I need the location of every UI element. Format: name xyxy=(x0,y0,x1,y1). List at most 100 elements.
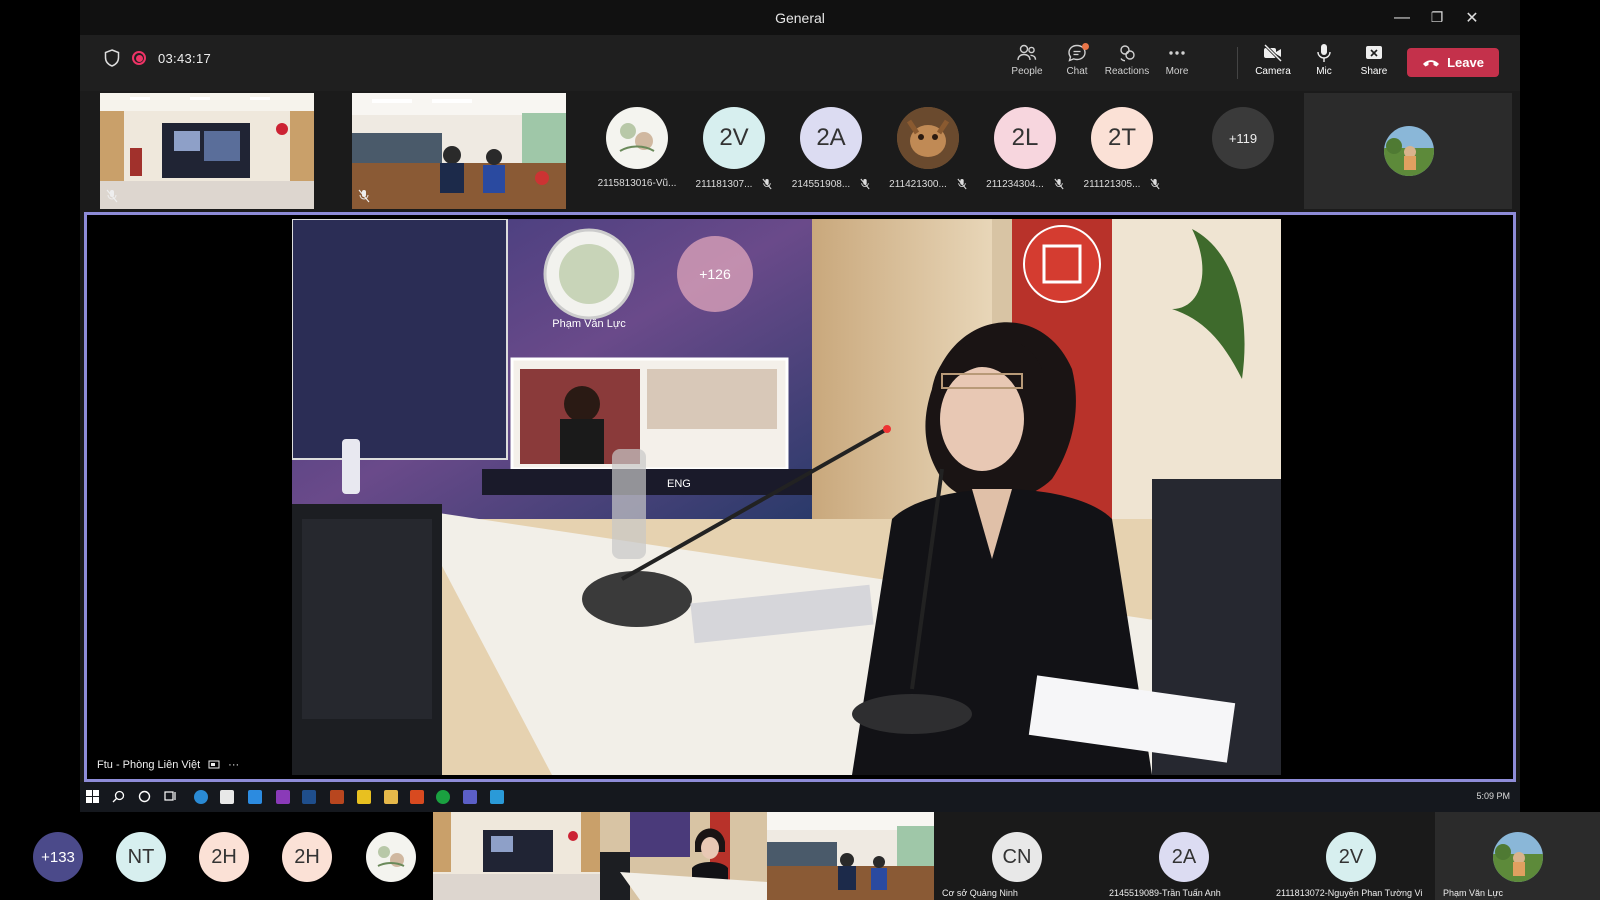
gallery-avatar-nt[interactable]: NT xyxy=(116,832,166,882)
muted-icon xyxy=(957,178,967,190)
restore-button[interactable]: ❐ xyxy=(1419,0,1455,35)
os-taskbar: 5:09 PM xyxy=(80,782,1520,812)
camera-button[interactable]: Camera xyxy=(1248,43,1298,85)
avatar-initials: 2H xyxy=(211,845,237,868)
gallery-tile-2v[interactable]: 2V 2111813072-Nguyễn Phan Tường Vi xyxy=(1268,812,1435,900)
gallery-tile-2a[interactable]: 2A 2145519089-Trần Tuấn Anh xyxy=(1101,812,1268,900)
gallery-tile-self[interactable]: Phạm Văn Lực xyxy=(1435,812,1600,900)
main-video-stage[interactable]: +126 Phạm Văn Lực ENG Ftu - Phòng Liên V… xyxy=(84,212,1516,782)
mic-label: Mic xyxy=(1316,66,1332,77)
edge-icon[interactable] xyxy=(194,790,208,804)
chat-label: Chat xyxy=(1066,66,1088,77)
gallery-video-speaker[interactable] xyxy=(600,812,767,900)
camera-label: Camera xyxy=(1255,66,1291,77)
tile-avatar: CN xyxy=(992,832,1042,882)
camera-off-icon xyxy=(1263,43,1283,63)
gallery-tile-cn[interactable]: CN Cơ sở Quảng Ninh xyxy=(934,812,1101,900)
teams-taskbar-icon[interactable] xyxy=(463,790,477,804)
gallery-avatar-2h[interactable]: 2H xyxy=(199,832,249,882)
shield-icon[interactable] xyxy=(104,49,120,67)
participant-name: 211421300... xyxy=(889,178,947,190)
muted-icon xyxy=(358,189,370,203)
screen: General — ❐ ✕ 03:43:17 People Chat React… xyxy=(0,0,1600,900)
strip-participant[interactable]: 211421300... xyxy=(883,107,973,190)
close-icon: ✕ xyxy=(1465,9,1479,27)
muted-icon xyxy=(106,189,118,203)
search-icon[interactable] xyxy=(112,790,125,803)
participant-name: 214551908... xyxy=(791,178,851,190)
self-participant-name: Phạm Văn Lực xyxy=(1443,888,1504,898)
mic-button[interactable]: Mic xyxy=(1299,43,1349,85)
speaker-name: Ftu - Phòng Liên Việt xyxy=(97,759,201,771)
floral-avatar-icon xyxy=(367,833,415,881)
strip-participant[interactable]: 2T 211121305... xyxy=(1077,107,1167,190)
close-button[interactable]: ✕ xyxy=(1454,0,1490,35)
strip-participant[interactable]: 2A 214551908... xyxy=(786,107,876,190)
minimize-button[interactable]: — xyxy=(1384,0,1420,35)
participant-name: 211234304... xyxy=(986,178,1044,190)
strip-participant[interactable]: 2L 211234304... xyxy=(980,107,1070,190)
file-explorer-icon[interactable] xyxy=(384,790,398,804)
share-button[interactable]: Share xyxy=(1349,43,1399,85)
recording-icon xyxy=(132,51,146,65)
on-screen-lang-text: ENG xyxy=(667,478,691,490)
muted-icon xyxy=(1054,178,1064,190)
onenote-icon[interactable] xyxy=(276,790,290,804)
strip-participant-name-row: 211121305... xyxy=(1084,178,1161,190)
remote-app-icon[interactable] xyxy=(490,790,504,804)
video-thumbnail-room-1[interactable] xyxy=(100,93,314,209)
people-button[interactable]: People xyxy=(1002,43,1052,85)
illustrator-icon[interactable] xyxy=(330,790,344,804)
gallery-video-room-1[interactable] xyxy=(433,812,600,900)
strip-participant-name-row: 211234304... xyxy=(986,178,1064,190)
avatar-initials: 2H xyxy=(294,845,320,868)
strip-participant[interactable]: 2115813016-Vũ... xyxy=(592,107,682,189)
leave-button[interactable]: Leave xyxy=(1407,48,1499,77)
video-thumbnail-room-2[interactable] xyxy=(352,93,566,209)
gallery-avatar-floral[interactable] xyxy=(366,832,416,882)
gallery-video-room-2[interactable] xyxy=(767,812,934,900)
self-view-tile[interactable] xyxy=(1304,93,1512,209)
chat-button[interactable]: Chat xyxy=(1052,43,1102,85)
sticky-notes-icon[interactable] xyxy=(357,790,371,804)
reactions-label: Reactions xyxy=(1104,66,1150,77)
gallery-overflow-button[interactable]: +133 xyxy=(33,832,83,882)
participant-name: 211181307... xyxy=(695,178,753,190)
tile-avatar: 2V xyxy=(1326,832,1376,882)
muted-icon xyxy=(860,178,870,190)
on-screen-name-text: Phạm Văn Lực xyxy=(552,318,626,330)
cortana-icon[interactable] xyxy=(138,790,151,803)
participant-avatar: 2T xyxy=(1091,107,1153,169)
speaker-video: +126 Phạm Văn Lực ENG xyxy=(292,219,1281,775)
landscape-avatar-icon xyxy=(1493,832,1543,882)
participant-name: 2115813016-Vũ... xyxy=(597,178,677,189)
strip-participant[interactable]: 2V 211181307... xyxy=(689,107,779,190)
mail-icon[interactable] xyxy=(248,790,262,804)
room-video-image xyxy=(767,812,934,900)
participant-avatar: 2L xyxy=(994,107,1056,169)
conference-room-video: +126 Phạm Văn Lực ENG xyxy=(292,219,1281,775)
photo-avatar-icon xyxy=(897,107,959,169)
more-button[interactable]: More xyxy=(1152,43,1202,85)
leave-label: Leave xyxy=(1447,55,1484,70)
more-participants-button[interactable]: +119 xyxy=(1212,107,1274,169)
avatar-initials: 2A xyxy=(816,124,846,151)
participant-avatar: 2A xyxy=(800,107,862,169)
powerpoint-icon[interactable] xyxy=(410,790,424,804)
gallery-avatar-2h[interactable]: 2H xyxy=(282,832,332,882)
teams-meeting-window: General — ❐ ✕ 03:43:17 People Chat React… xyxy=(80,0,1520,812)
speaker-more-button[interactable]: ··· xyxy=(228,759,239,771)
participant-name: 211121305... xyxy=(1083,178,1141,190)
avatar-initials: 2A xyxy=(1171,845,1197,868)
taskbar-clock: 5:09 PM xyxy=(1476,791,1510,801)
windows-start-icon[interactable] xyxy=(86,790,99,803)
photoshop-icon[interactable] xyxy=(302,790,316,804)
tile-avatar: 2A xyxy=(1159,832,1209,882)
task-view-icon[interactable] xyxy=(164,790,177,803)
minimize-icon: — xyxy=(1394,8,1410,26)
store-icon[interactable] xyxy=(220,790,234,804)
phone-hangup-icon xyxy=(1423,59,1440,66)
bottom-gallery: +133 NT 2H 2H CN Cơ sở Quảng Ninh 2A 214… xyxy=(0,812,1600,900)
reactions-button[interactable]: Reactions xyxy=(1102,43,1152,85)
phone-app-icon[interactable] xyxy=(436,790,450,804)
